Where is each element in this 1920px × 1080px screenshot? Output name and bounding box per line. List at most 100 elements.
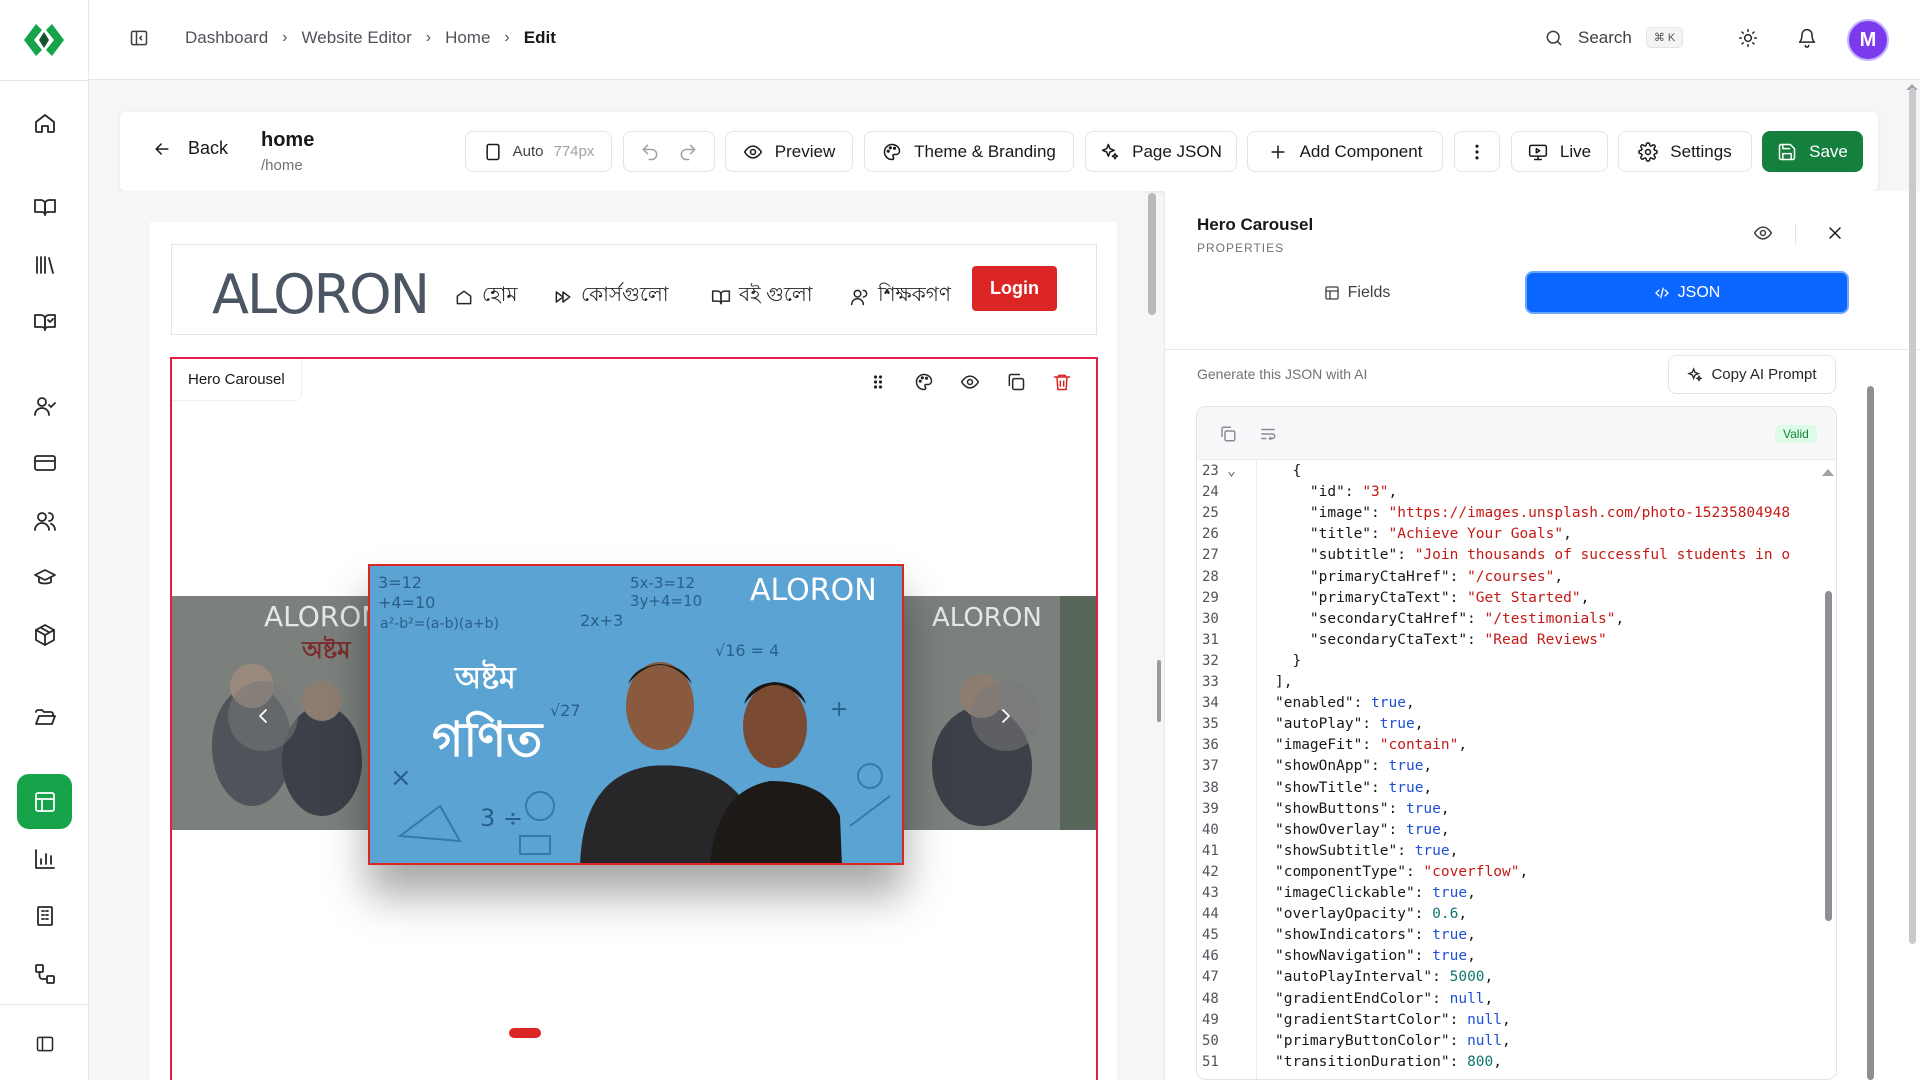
page-scrollbar[interactable] <box>1909 88 1916 944</box>
site-login-button[interactable]: Login <box>972 266 1057 311</box>
search-shortcut: ⌘ K <box>1645 27 1684 48</box>
hero-carousel-component[interactable]: Hero Carousel ALORON অষ্টম ALORON 3=12 +… <box>170 357 1098 1080</box>
book-check-icon <box>33 313 56 331</box>
panel-resize-handle[interactable] <box>1157 660 1161 722</box>
breadcrumb-home[interactable]: Home <box>445 28 490 48</box>
nav-payments[interactable] <box>17 435 72 490</box>
drag-handle[interactable] <box>865 369 891 395</box>
code-area[interactable]: { "id": "3", "image": "https://images.un… <box>1257 460 1836 1079</box>
nav-user-check[interactable] <box>17 378 72 433</box>
user-avatar[interactable]: M <box>1847 19 1889 61</box>
line-number: 29 <box>1202 589 1219 606</box>
svg-text:3=12: 3=12 <box>378 573 422 592</box>
breadcrumb-edit: Edit <box>523 28 556 47</box>
word-wrap-button[interactable] <box>1259 425 1277 443</box>
more-options-button[interactable] <box>1454 131 1500 172</box>
nav-courses[interactable] <box>17 179 72 234</box>
undo-icon[interactable] <box>640 142 660 162</box>
carousel-next-button[interactable] <box>971 681 1041 751</box>
preview-button[interactable]: Preview <box>725 131 853 172</box>
copy-json-button[interactable] <box>1219 425 1237 443</box>
svg-text:অষ্টম: অষ্টম <box>454 659 517 696</box>
svg-text:×: × <box>390 763 412 793</box>
fast-forward-icon <box>555 290 571 303</box>
page-json-button[interactable]: Page JSON <box>1085 131 1237 172</box>
component-visibility-button[interactable] <box>957 369 983 395</box>
code-line: "componentType": "coverflow", <box>1275 863 1529 880</box>
nav-library[interactable] <box>17 237 72 292</box>
carousel-indicator-active[interactable] <box>509 1028 541 1038</box>
chevron-left-icon <box>259 709 267 723</box>
building-icon <box>36 905 53 926</box>
copy-ai-prompt-button[interactable]: Copy AI Prompt <box>1668 355 1836 394</box>
nav-users[interactable] <box>17 493 72 548</box>
component-delete-button[interactable] <box>1049 369 1075 395</box>
editor-scrollbar[interactable] <box>1825 591 1832 921</box>
collapse-sidebar-button[interactable] <box>17 1016 72 1071</box>
code-line: } <box>1275 652 1302 669</box>
nav-workflows[interactable] <box>17 946 72 1001</box>
preview-label: Preview <box>774 141 836 161</box>
copy-icon <box>1008 373 1025 391</box>
user-check-icon <box>33 396 56 416</box>
nav-website-editor[interactable] <box>17 774 72 829</box>
code-line: { <box>1275 463 1302 479</box>
line-number: 44 <box>1202 906 1219 923</box>
json-editor[interactable]: Valid 23 ⌄ 24 25 26 27 28 29 30 31 32 33 34 35 36 37 38… <box>1196 406 1837 1080</box>
nav-organization[interactable] <box>17 888 72 943</box>
breadcrumb-website-editor[interactable]: Website Editor <box>302 28 412 48</box>
wrap-text-icon <box>1261 428 1276 441</box>
add-component-label: Add Component <box>1299 141 1423 161</box>
line-number: 31 <box>1202 631 1219 648</box>
code-line: "image": "https://images.unsplash.com/ph… <box>1275 505 1791 522</box>
carousel-slide-active[interactable]: 3=12 +4=10 a²-b²=(a-b)(a+b) 5x-3=12 3y+4… <box>368 564 904 865</box>
nav-books[interactable] <box>17 294 72 349</box>
add-component-button[interactable]: Add Component <box>1247 131 1443 172</box>
chevron-right-icon <box>1002 709 1010 723</box>
component-duplicate-button[interactable] <box>1003 369 1029 395</box>
component-style-button[interactable] <box>911 369 937 395</box>
line-number: 35 <box>1202 716 1219 733</box>
nav-packages[interactable] <box>17 607 72 662</box>
page-title: home <box>261 129 315 151</box>
nav-files[interactable] <box>17 690 72 745</box>
nav-home[interactable] <box>17 95 72 150</box>
site-header-component[interactable]: ALORON হোম কোর্সগুলো বই গুলো শিক্ষকগণ Lo… <box>171 244 1097 335</box>
panel-scrollbar[interactable] <box>1867 386 1874 1080</box>
settings-label: Settings <box>1670 141 1732 161</box>
site-nav-books[interactable]: বই গুলো <box>711 280 813 313</box>
settings-button[interactable]: Settings <box>1618 131 1752 172</box>
sparkles-icon <box>1687 366 1703 382</box>
breadcrumb-dashboard[interactable]: Dashboard <box>185 28 268 48</box>
nav-analytics[interactable] <box>17 831 72 886</box>
toggle-sidebar-button[interactable] <box>129 28 149 48</box>
editor-scroll-up[interactable] <box>1822 469 1834 476</box>
line-gutter: 23 ⌄ 24 25 26 27 28 29 30 31 32 33 34 35 36 37 38 39 40 41… <box>1197 460 1257 1079</box>
theme-branding-button[interactable]: Theme & Branding <box>864 131 1074 172</box>
tab-fields[interactable]: Fields <box>1197 271 1517 314</box>
panel-close-button[interactable] <box>1825 223 1845 243</box>
app-logo[interactable] <box>22 20 66 60</box>
viewport-width-selector[interactable]: Auto 774px <box>465 131 612 172</box>
site-nav-courses-label: কোর্সগুলো <box>581 284 669 306</box>
panel-visibility-button[interactable] <box>1753 223 1773 243</box>
site-nav-courses[interactable]: কোর্সগুলো <box>553 280 669 313</box>
theme-toggle-button[interactable] <box>1738 28 1758 48</box>
line-number: 27 <box>1202 547 1219 564</box>
palette-icon <box>883 143 901 160</box>
svg-text:ALORON: ALORON <box>264 600 372 633</box>
carousel-prev-button[interactable] <box>228 681 298 751</box>
search-button[interactable]: Search ⌘ K <box>1544 27 1684 48</box>
site-nav-home[interactable]: হোম <box>454 280 518 313</box>
save-button[interactable]: Save <box>1762 131 1863 172</box>
tab-json[interactable]: JSON <box>1525 271 1849 314</box>
notifications-button[interactable] <box>1797 28 1817 48</box>
code-line: "id": "3", <box>1275 484 1398 501</box>
nav-teachers[interactable] <box>17 550 72 605</box>
back-button[interactable]: Back <box>152 138 228 159</box>
site-nav-teachers[interactable]: শিক্ষকগণ <box>850 280 951 313</box>
redo-icon[interactable] <box>678 142 698 162</box>
code-line: "secondaryCtaText": "Read Reviews" <box>1275 631 1607 648</box>
live-button[interactable]: Live <box>1511 131 1608 172</box>
canvas-scrollbar[interactable] <box>1148 193 1156 315</box>
